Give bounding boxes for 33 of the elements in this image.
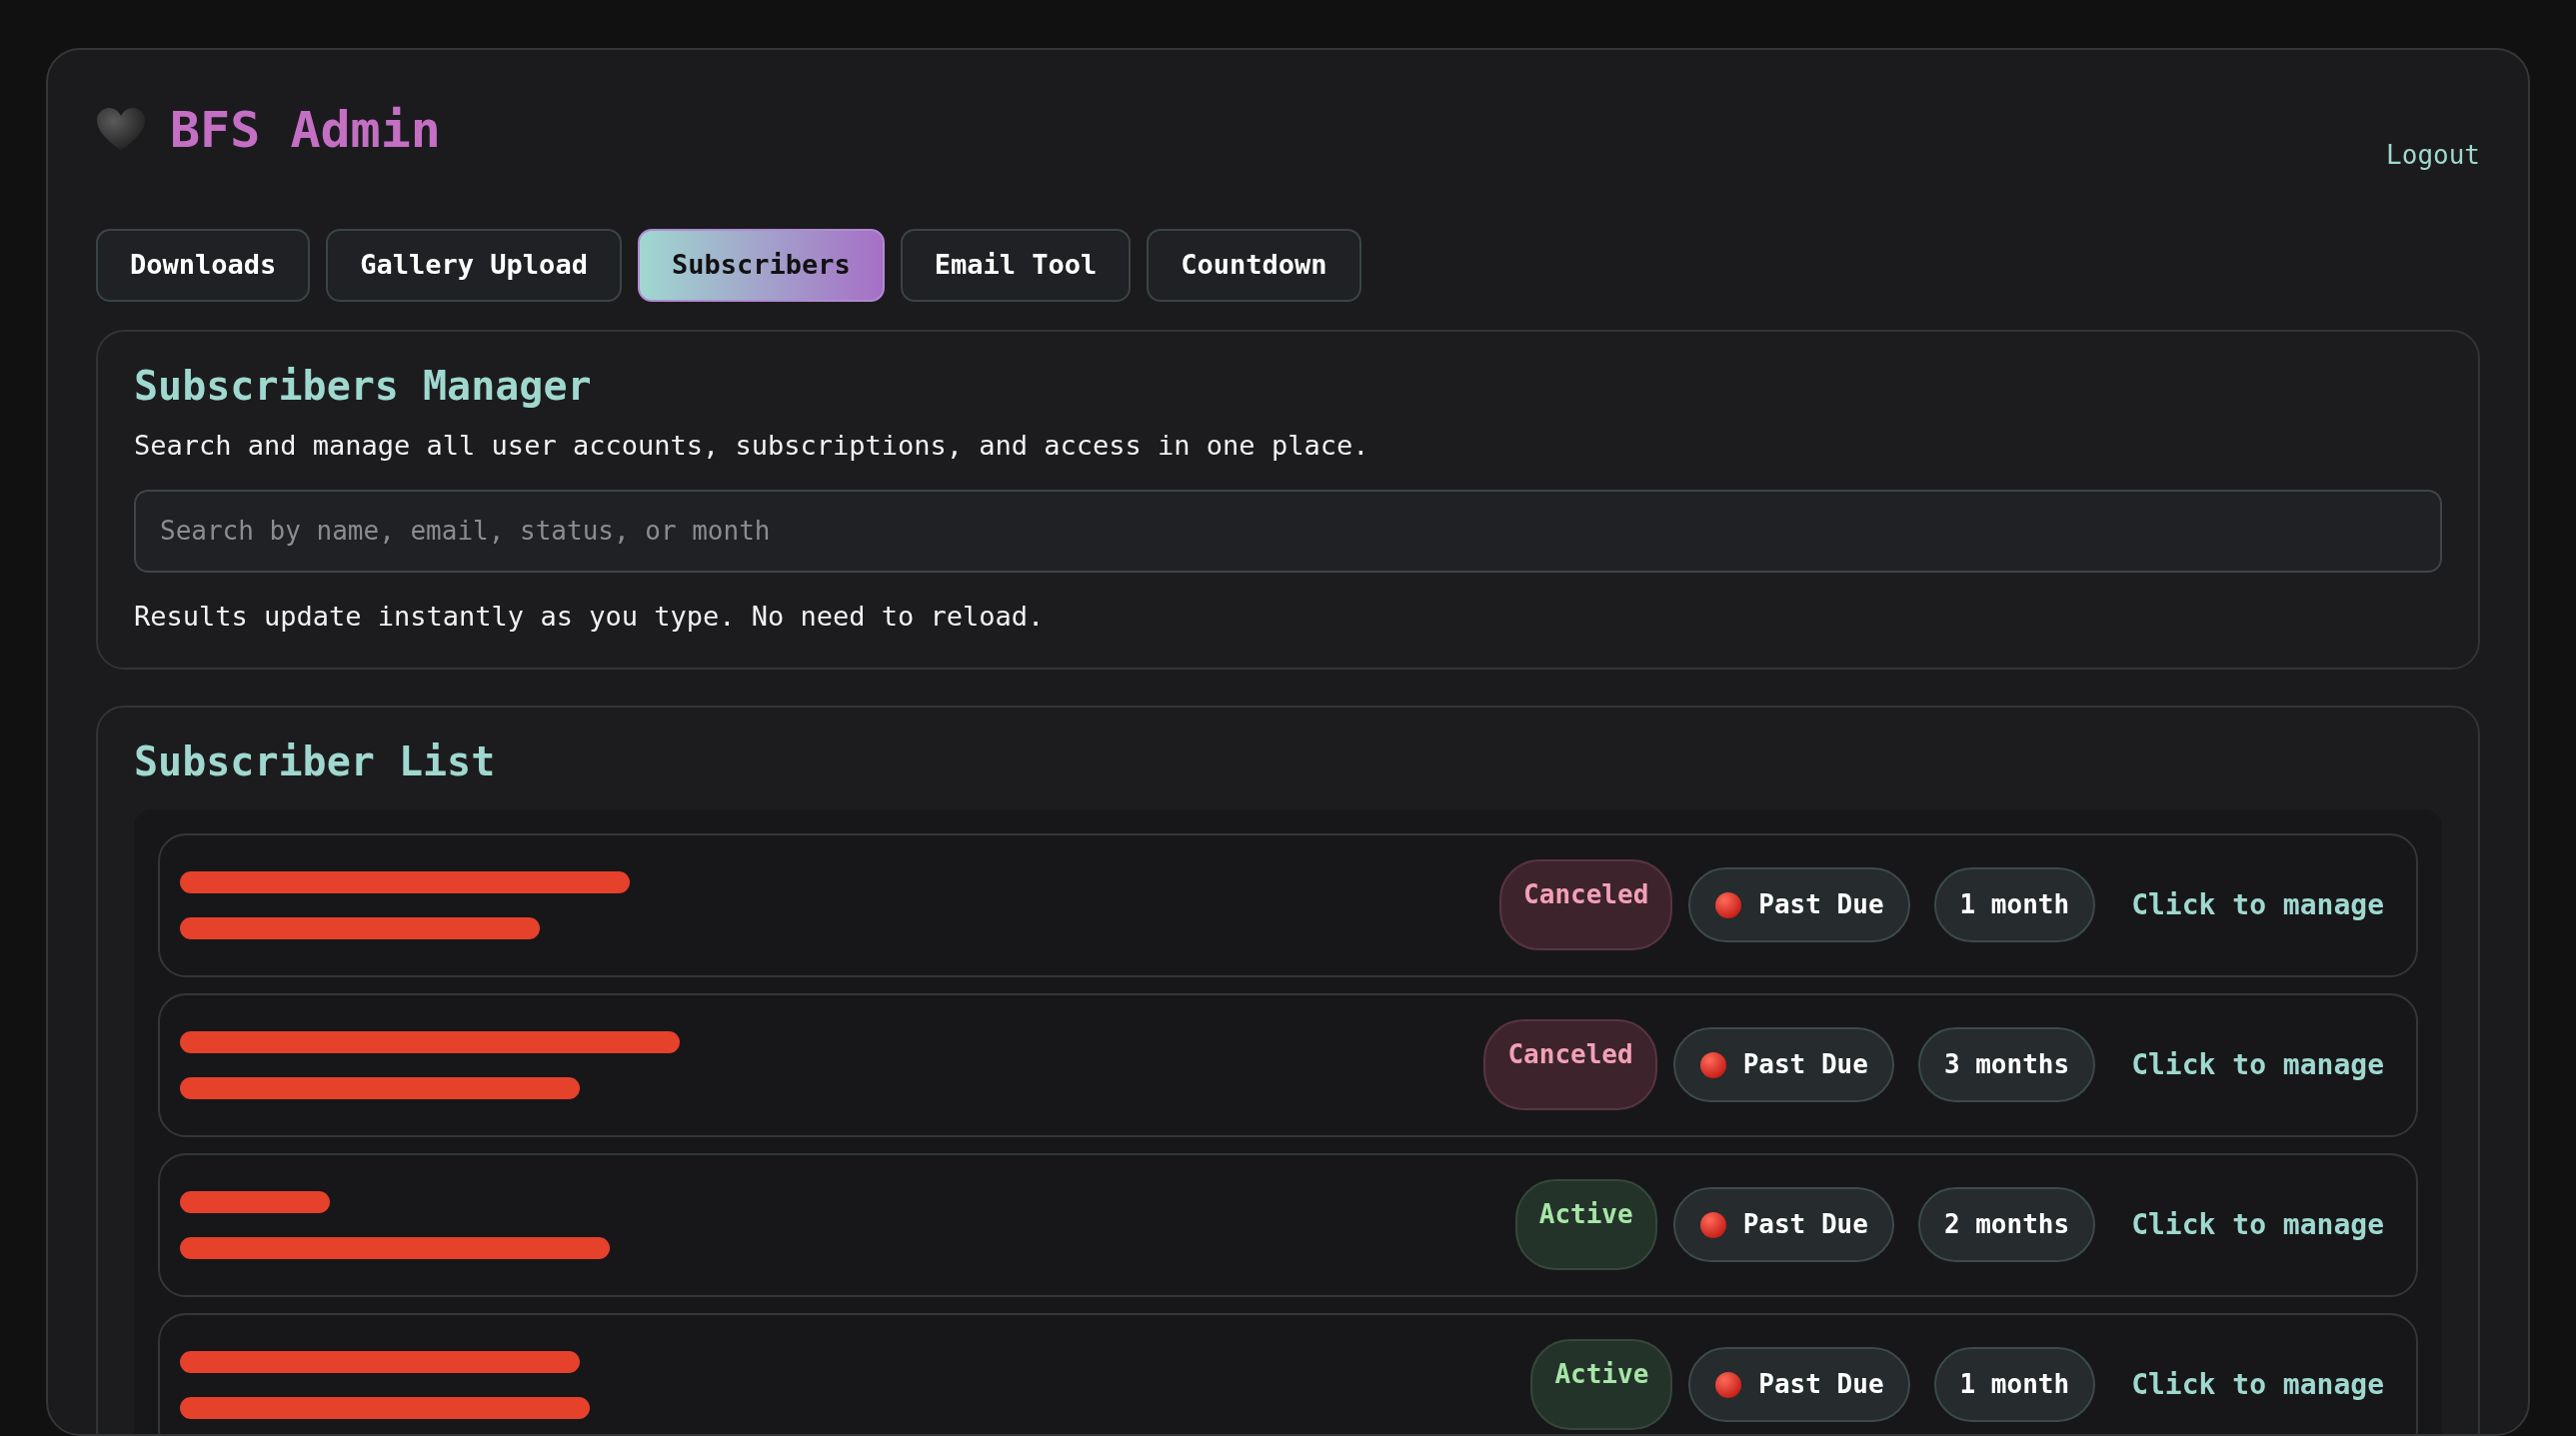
description-text: Search and manage all user accounts, subscriptions, and access in one place. (134, 428, 1370, 463)
section-title: Subscribers Manager (134, 361, 593, 410)
payment-label: Past Due (1742, 1048, 1868, 1081)
duration-badge: 1 month (1933, 1347, 2096, 1422)
tab[interactable]: Downloads (96, 229, 311, 302)
tab[interactable]: Subscribers (637, 229, 885, 302)
payment-label: Past Due (1742, 1208, 1868, 1241)
manage-link[interactable]: Click to manage (2131, 1203, 2384, 1246)
tab[interactable]: Gallery Upload (326, 229, 622, 302)
subscriber-row[interactable]: Active Past Due 2 months Click to manage (158, 1152, 2418, 1297)
hint-text: Results update instantly as you type. No need to reload. (134, 600, 1046, 634)
manage-link[interactable]: Click to manage (2131, 1363, 2384, 1406)
duration-badge: 3 months (1917, 1027, 2096, 1102)
heart-icon (96, 107, 146, 153)
manage-link[interactable]: Click to manage (2131, 1043, 2384, 1086)
duration-badge: 1 month (1933, 867, 2096, 942)
status-badge: Canceled (1483, 1019, 1657, 1110)
status-badge: Active (1514, 1179, 1657, 1270)
section-title: Subscriber List (134, 736, 497, 785)
tab[interactable]: Email Tool (900, 229, 1132, 302)
app-title: BFS Admin (170, 100, 441, 160)
search-field[interactable]: Search by name, email, status, or month (134, 490, 2442, 573)
logout-link[interactable]: Logout (2386, 136, 2480, 175)
payment-label: Past Due (1758, 1368, 1884, 1401)
payment-label: Past Due (1758, 888, 1884, 921)
duration-badge: 2 months (1917, 1187, 2096, 1262)
subscriber-row[interactable]: Active Past Due 1 month Click to manage (158, 1312, 2418, 1434)
subscriber-row[interactable]: Canceled Past Due 3 months Click to manage (158, 992, 2418, 1137)
subscriber-row[interactable]: Canceled Past Due 1 month Click to manage (158, 832, 2418, 977)
manage-link[interactable]: Click to manage (2131, 883, 2384, 926)
tab[interactable]: Countdown (1147, 229, 1361, 302)
status-badge: Canceled (1499, 859, 1673, 950)
status-badge: Active (1530, 1339, 1673, 1430)
